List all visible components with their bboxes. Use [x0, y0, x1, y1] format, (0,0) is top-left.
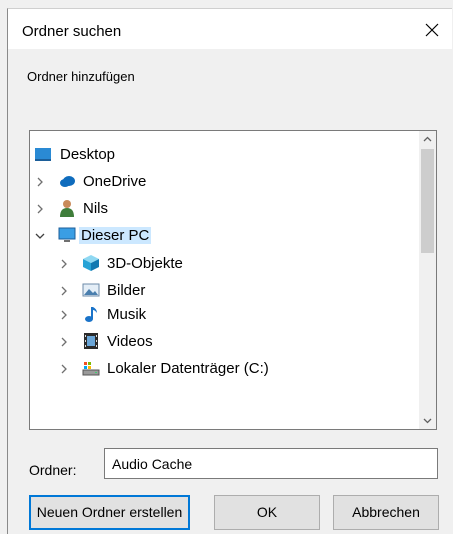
tree-item-label: Nils	[83, 200, 108, 217]
title-bar: Ordner suchen	[8, 9, 452, 49]
chevron-right-icon[interactable]	[58, 308, 70, 320]
pictures-icon	[82, 281, 100, 299]
chevron-right-icon[interactable]	[58, 362, 70, 374]
chevron-right-icon[interactable]	[34, 202, 46, 214]
film-icon	[82, 332, 100, 350]
chevron-down-icon	[423, 418, 432, 424]
chevron-right-icon[interactable]	[58, 335, 70, 347]
tree-item-label: Desktop	[60, 146, 116, 163]
new-folder-button[interactable]: Neuen Ordner erstellen	[29, 495, 190, 530]
dialog-title: Ordner suchen	[22, 23, 122, 40]
drive-icon	[82, 359, 100, 377]
browse-folder-dialog: Ordner suchen Ordner hinzufügen Desktop …	[7, 8, 452, 534]
cube-icon	[82, 254, 100, 272]
chevron-right-icon[interactable]	[58, 257, 70, 269]
desktop-icon	[34, 145, 52, 163]
chevron-down-icon[interactable]	[34, 229, 46, 241]
ok-button[interactable]: OK	[214, 495, 320, 530]
scroll-down-button[interactable]	[419, 412, 436, 429]
dialog-description: Ordner hinzufügen	[27, 69, 135, 84]
tree-item-label: Dieser PC	[79, 227, 152, 244]
close-button[interactable]	[414, 15, 450, 45]
user-icon	[58, 199, 76, 217]
tree-item-label: Lokaler Datenträger (C:)	[107, 360, 269, 377]
vertical-scrollbar[interactable]	[419, 131, 436, 429]
tree-item-label: OneDrive	[83, 173, 147, 190]
scroll-thumb[interactable]	[421, 149, 434, 253]
cloud-icon	[58, 172, 76, 190]
scroll-up-button[interactable]	[419, 131, 436, 148]
tree-item-label: Videos	[107, 333, 153, 350]
music-icon	[82, 305, 100, 323]
chevron-right-icon[interactable]	[34, 175, 46, 187]
folder-label: Ordner:	[29, 462, 77, 478]
close-icon	[425, 23, 439, 37]
folder-tree[interactable]: Desktop OneDrive Nils Dieser PC 3D-Objek…	[29, 130, 437, 430]
chevron-right-icon[interactable]	[58, 284, 70, 296]
tree-item-label: 3D-Objekte	[107, 255, 183, 272]
chevron-up-icon	[423, 136, 432, 142]
computer-icon	[58, 226, 76, 244]
tree-item-label: Musik	[107, 306, 147, 323]
cancel-button[interactable]: Abbrechen	[333, 495, 439, 530]
folder-name-input[interactable]	[104, 448, 438, 479]
tree-item-label: Bilder	[107, 282, 146, 299]
